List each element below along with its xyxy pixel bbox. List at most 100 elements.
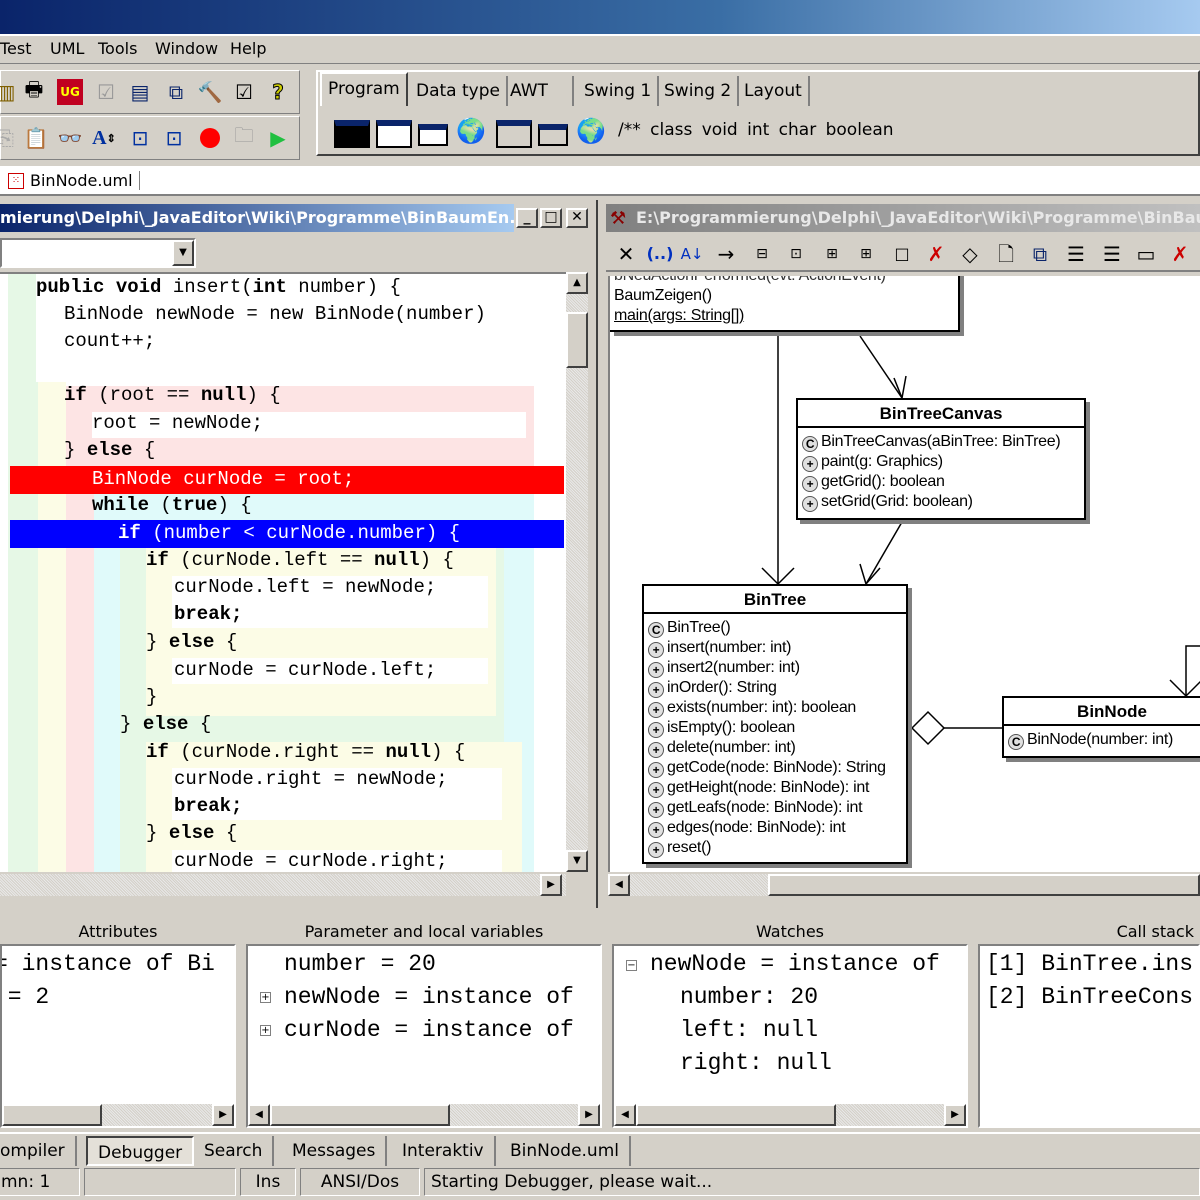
hide-icon[interactable]: □ xyxy=(888,240,916,268)
print-icon[interactable]: 🖶 xyxy=(21,77,47,105)
public-visibility-icon[interactable]: ⊞ xyxy=(852,240,880,268)
palette-tab-swing-2[interactable]: Swing 2 xyxy=(658,76,740,106)
attributes-scrollbar[interactable]: ▶ xyxy=(2,1104,234,1126)
uml-class-bintreecanvas[interactable]: BinTreeCanvas C BinTreeCanvas(aBinTree: B… xyxy=(796,398,1086,520)
delete-member-icon[interactable]: ✗ xyxy=(1166,240,1194,268)
package-visibility-icon[interactable]: ⊡ xyxy=(782,240,810,268)
help-icon[interactable]: ? xyxy=(265,79,291,105)
attribute-row[interactable]: = instance of Bi xyxy=(2,948,215,981)
uml-class-main[interactable]: bNeuActionPerformed(evt: ActionEvent) Ba… xyxy=(610,276,960,332)
file-tab-binnode-uml[interactable]: BinNode.uml xyxy=(30,171,140,190)
japplet-globe-icon[interactable]: 🌍 xyxy=(576,117,606,145)
locals-scrollbar[interactable]: ◀ ▶ xyxy=(248,1104,600,1126)
association-arrow-icon[interactable]: → xyxy=(712,240,740,268)
applet-globe-icon[interactable]: 🌍 xyxy=(456,117,486,145)
step-into-icon[interactable]: ⊡ xyxy=(127,125,153,151)
tab-debugger[interactable]: Debugger xyxy=(86,1136,195,1166)
tab-messages[interactable]: Messages xyxy=(282,1136,388,1166)
chevron-down-icon[interactable]: ▼ xyxy=(172,240,194,266)
build-icon[interactable]: 🔨 xyxy=(197,79,223,105)
scroll-thumb[interactable] xyxy=(270,1104,450,1126)
structure-icon[interactable]: ▤ xyxy=(127,79,153,105)
tab-binnode-uml[interactable]: BinNode.uml xyxy=(500,1136,631,1166)
scroll-down-button[interactable]: ▼ xyxy=(566,850,588,872)
method-combo[interactable]: ▼ xyxy=(0,238,196,268)
dialog-icon[interactable] xyxy=(418,124,448,146)
close-diagram-icon[interactable]: ✕ xyxy=(612,240,640,268)
palette-tab-swing-1[interactable]: Swing 1 xyxy=(578,76,660,106)
uml-class-bintree[interactable]: BinTree C BinTree() + insert(number: int) … xyxy=(642,584,908,864)
files-icon[interactable]: ▥ xyxy=(0,79,19,105)
uml-horizontal-scrollbar[interactable]: ◀ xyxy=(608,874,1200,896)
show-parameters-icon[interactable]: (..) xyxy=(646,240,674,268)
jdialog-icon[interactable] xyxy=(538,124,568,146)
callstack-row[interactable]: [2] BinTreeCons xyxy=(986,981,1193,1014)
step-over-icon[interactable]: ⊡ xyxy=(161,125,187,151)
scroll-left-button[interactable]: ◀ xyxy=(608,874,630,896)
scroll-thumb[interactable] xyxy=(636,1104,836,1126)
sort-az-icon[interactable]: A↓ xyxy=(678,240,706,268)
class-icon[interactable]: ☰ xyxy=(1098,240,1126,268)
scroll-thumb[interactable] xyxy=(566,312,588,368)
private-visibility-icon[interactable]: ⊟ xyxy=(748,240,776,268)
palette-tab-program[interactable]: Program xyxy=(320,72,408,106)
scroll-left-button[interactable]: ◀ xyxy=(614,1104,636,1126)
close-button[interactable]: ✕ xyxy=(566,208,588,228)
scroll-left-button[interactable]: ◀ xyxy=(248,1104,270,1126)
frame-icon[interactable] xyxy=(376,120,412,148)
code-editor[interactable]: public void insert(int number) { BinNode… xyxy=(0,272,566,872)
menu-window[interactable]: Window xyxy=(155,39,218,58)
local-variable-row[interactable]: newNode = instance of xyxy=(284,981,574,1014)
palette-tab-data-type[interactable]: Data type xyxy=(410,76,508,106)
find-binoculars-icon[interactable]: 👓 xyxy=(57,125,83,151)
tab-search[interactable]: Search xyxy=(194,1136,275,1166)
tab-interaktiv[interactable]: Interaktiv xyxy=(392,1136,496,1166)
delete-class-icon[interactable]: ✗ xyxy=(922,240,950,268)
minimize-button[interactable]: _ xyxy=(516,208,538,228)
run-icon[interactable]: ▶ xyxy=(265,125,291,151)
console-app-icon[interactable] xyxy=(334,120,370,148)
expand-icon[interactable]: + xyxy=(260,1025,271,1036)
menu-uml[interactable]: UML xyxy=(50,39,84,58)
windows-icon[interactable]: ⧉ xyxy=(163,79,189,105)
callstack-panel[interactable]: [1] BinTree.ins [2] BinTreeCons xyxy=(978,944,1200,1128)
scroll-thumb[interactable] xyxy=(2,1104,102,1126)
jframe-icon[interactable] xyxy=(496,120,532,148)
interface-icon[interactable]: ▭ xyxy=(1132,240,1160,268)
watches-scrollbar[interactable]: ◀ ▶ xyxy=(614,1104,966,1126)
palette-tab-awt[interactable]: AWT xyxy=(504,76,574,106)
watch-field-row[interactable]: right: null xyxy=(680,1047,832,1080)
menu-tools[interactable]: Tools xyxy=(98,39,137,58)
uml-canvas[interactable]: bNeuActionPerformed(evt: ActionEvent) Ba… xyxy=(608,276,1200,872)
scroll-up-button[interactable]: ▲ xyxy=(566,272,588,294)
watch-field-row[interactable]: left: null xyxy=(680,1014,818,1047)
scroll-right-button[interactable]: ▶ xyxy=(212,1104,234,1126)
attributes-panel[interactable]: = instance of Bi = 2 ▶ xyxy=(0,944,236,1128)
uml-class-binnode[interactable]: BinNode C BinNode(number: int) xyxy=(1002,696,1200,758)
watches-panel[interactable]: − newNode = instance of number: 20 left:… xyxy=(612,944,968,1128)
uml-generate-icon[interactable]: UG xyxy=(57,79,83,105)
scroll-right-button[interactable]: ▶ xyxy=(578,1104,600,1126)
locals-panel[interactable]: number = 20 + newNode = instance of + cu… xyxy=(246,944,602,1128)
protected-visibility-icon[interactable]: ⊞ xyxy=(818,240,846,268)
callstack-row[interactable]: [1] BinTree.ins xyxy=(986,948,1193,981)
palette-tab-layout[interactable]: Layout xyxy=(738,76,810,106)
scroll-thumb[interactable] xyxy=(768,874,1200,896)
new-comment-icon[interactable]: 🗋 xyxy=(992,240,1020,268)
watch-row[interactable]: newNode = instance of xyxy=(650,948,940,981)
expand-icon[interactable]: + xyxy=(260,992,271,1003)
collapse-icon[interactable]: − xyxy=(626,960,637,971)
checklist-icon[interactable]: ☑ xyxy=(231,79,257,105)
maximize-button[interactable]: □ xyxy=(540,208,562,228)
editor-vertical-scrollbar[interactable]: ▲ ▼ xyxy=(566,272,588,872)
menu-test[interactable]: Test xyxy=(0,39,32,58)
tab-compiler[interactable]: ompiler xyxy=(0,1136,77,1166)
scroll-right-button[interactable]: ▶ xyxy=(540,874,562,896)
breakpoint-icon[interactable] xyxy=(197,125,223,151)
menu-help[interactable]: Help xyxy=(230,39,266,58)
local-variable-row[interactable]: curNode = instance of xyxy=(284,1014,574,1047)
keyword-buttons[interactable]: /** class void int char boolean xyxy=(618,120,894,140)
local-variable-row[interactable]: number = 20 xyxy=(284,948,436,981)
new-window-icon[interactable]: ⧉ xyxy=(1026,240,1054,268)
font-size-icon[interactable]: A ⇕ xyxy=(91,125,117,151)
